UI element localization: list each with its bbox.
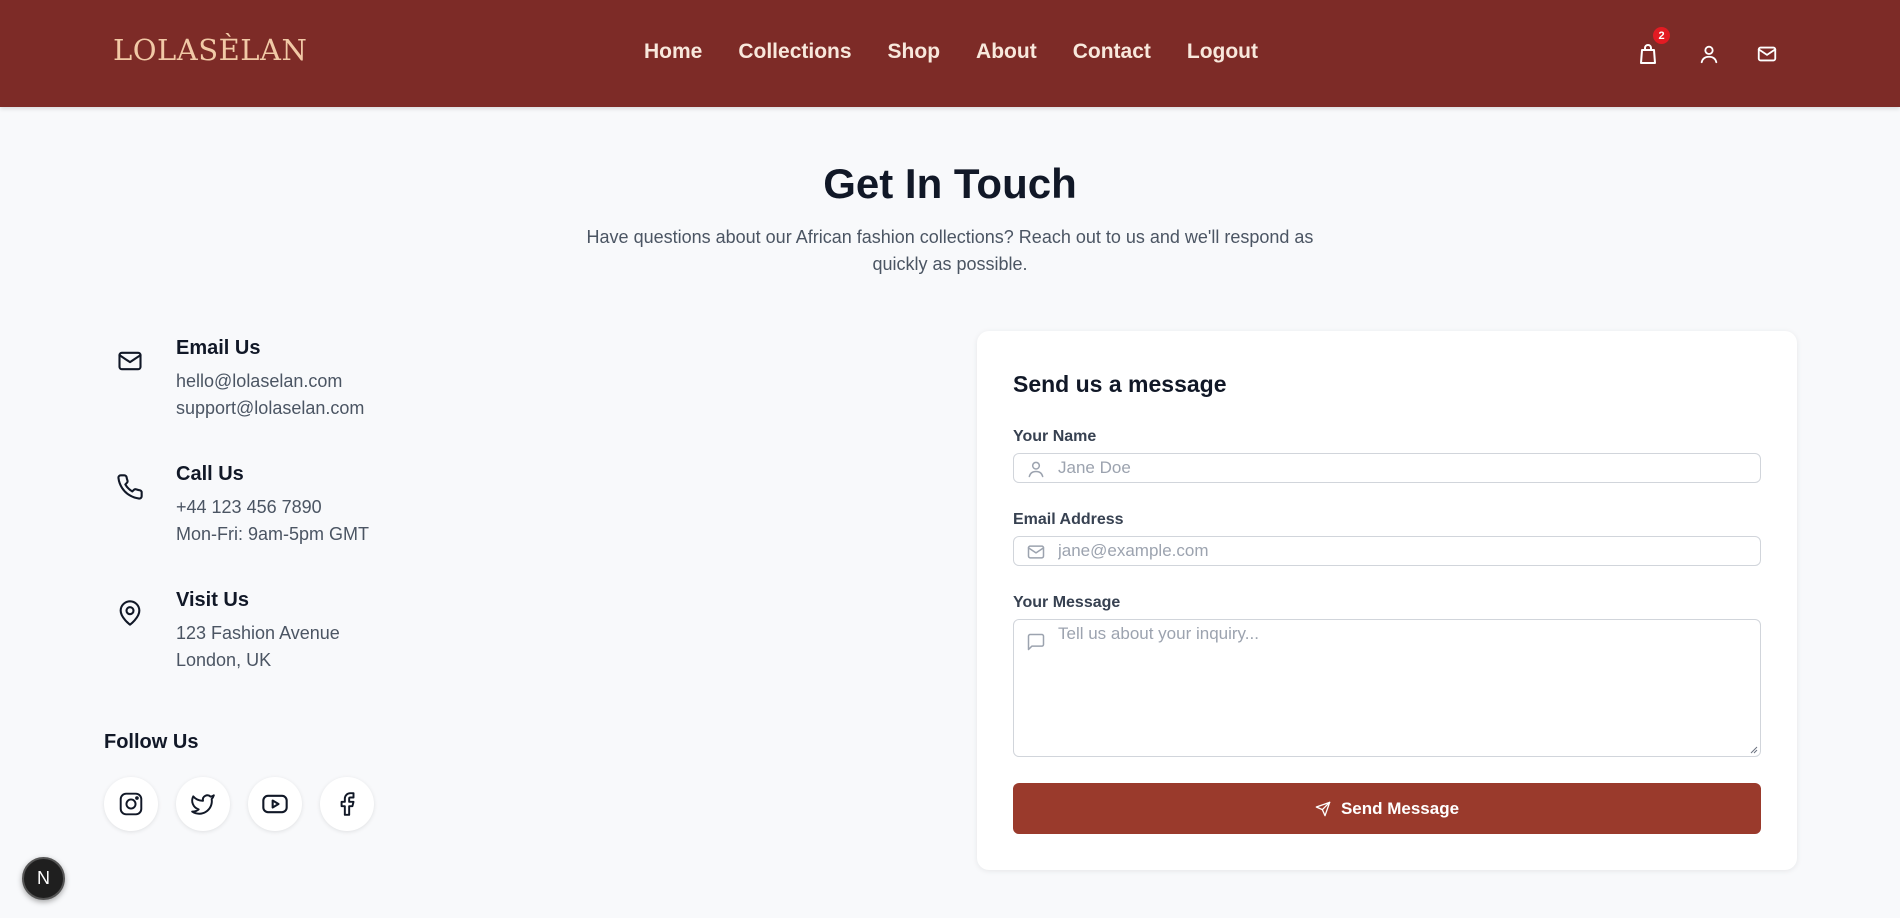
contact-address-street: 123 Fashion Avenue (176, 623, 340, 643)
map-pin-icon (119, 600, 141, 626)
contact-phone-title: Call Us (176, 463, 244, 485)
name-input[interactable] (1058, 454, 1748, 482)
facebook-link[interactable] (320, 777, 374, 831)
mail-icon (1027, 545, 1045, 559)
youtube-link[interactable] (248, 777, 302, 831)
contact-email-support[interactable]: support@lolaselan.com (176, 398, 364, 419)
user-icon (1700, 45, 1718, 64)
contact-visit-title: Visit Us (176, 589, 249, 611)
cart-count-badge: 2 (1653, 27, 1670, 44)
page-subtitle: Have questions about our African fashion… (586, 227, 1314, 274)
send-message-button[interactable]: Send Message (1013, 783, 1761, 834)
email-input[interactable] (1058, 537, 1748, 565)
brand-logo[interactable]: LOLASÈLAN (113, 33, 307, 67)
instagram-icon (119, 792, 143, 816)
message-field[interactable] (1013, 619, 1761, 757)
dev-tools-badge[interactable]: N (22, 857, 65, 900)
email-field[interactable] (1013, 536, 1761, 566)
message-input[interactable] (1058, 624, 1748, 752)
resize-handle-icon[interactable] (1748, 744, 1758, 754)
nav-about[interactable]: About (976, 40, 1037, 64)
cart-button[interactable]: 2 (1632, 27, 1670, 70)
instagram-link[interactable] (104, 777, 158, 831)
name-label: Your Name (1013, 428, 1097, 445)
user-icon (1028, 461, 1044, 478)
form-title: Send us a message (1013, 371, 1227, 397)
message-square-icon (1027, 633, 1045, 651)
twitter-icon (191, 794, 215, 815)
mail-icon (1757, 46, 1777, 62)
nav-shop[interactable]: Shop (888, 40, 941, 64)
nav-home[interactable]: Home (644, 40, 702, 64)
messages-button[interactable] (1751, 38, 1783, 70)
name-field[interactable] (1013, 453, 1761, 483)
message-label: Your Message (1013, 594, 1121, 611)
youtube-icon (262, 794, 288, 814)
facebook-icon (340, 792, 355, 816)
nav-collections[interactable]: Collections (738, 40, 851, 64)
phone-icon (117, 474, 143, 500)
send-message-label: Send Message (1340, 798, 1460, 818)
nav-contact[interactable]: Contact (1073, 40, 1151, 64)
contact-email-title: Email Us (176, 337, 261, 359)
contact-email-primary[interactable]: hello@lolaselan.com (176, 371, 342, 392)
contact-phone-number[interactable]: +44 123 456 7890 (176, 497, 322, 518)
contact-form-card: Send us a message Your Name Email Addres… (977, 331, 1797, 870)
contact-address-city: London, UK (176, 650, 272, 670)
shopping-bag-icon (1640, 44, 1656, 64)
follow-us-heading: Follow Us (104, 731, 199, 753)
nav-logout[interactable]: Logout (1187, 40, 1258, 64)
page-title: Get In Touch (823, 160, 1077, 207)
main-nav: Home Collections Shop About Contact Logo… (644, 40, 1294, 64)
email-label: Email Address (1013, 511, 1124, 528)
send-icon (1315, 801, 1331, 816)
twitter-link[interactable] (176, 777, 230, 831)
site-header: LOLASÈLAN Home Collections Shop About Co… (0, 0, 1900, 107)
account-button[interactable] (1693, 38, 1725, 70)
contact-phone-hours: Mon-Fri: 9am-5pm GMT (176, 524, 370, 544)
mail-icon (118, 351, 142, 371)
